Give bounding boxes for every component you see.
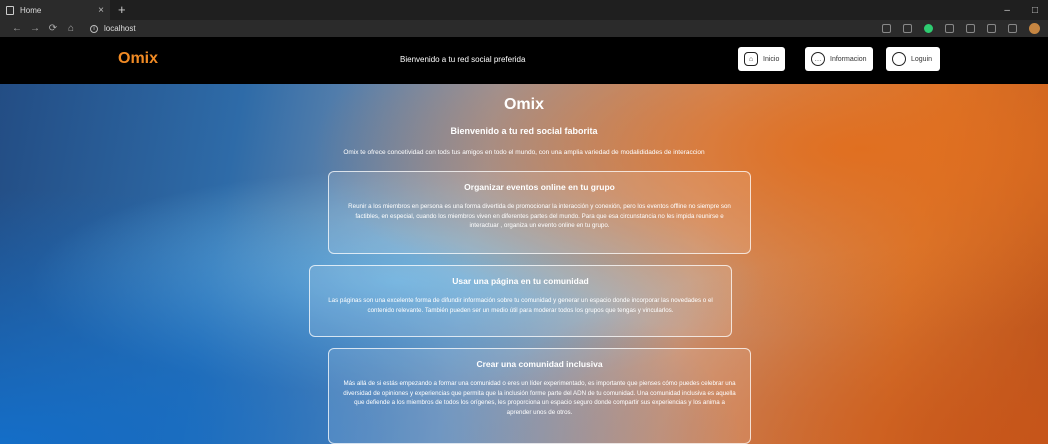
card-title: Usar una página en tu comunidad <box>452 276 589 286</box>
favorites-bar-icon[interactable] <box>987 24 996 33</box>
maximize-button[interactable]: □ <box>1032 5 1038 16</box>
card-title: Crear una comunidad inclusiva <box>476 359 603 369</box>
tab-title: Home <box>20 5 42 15</box>
site-logo[interactable]: Omix <box>118 50 158 68</box>
read-aloud-icon[interactable] <box>882 24 891 33</box>
nav-informacion-button[interactable]: … Informacion <box>805 47 873 71</box>
hero-title: Omix <box>503 96 544 113</box>
hero-intro: Omix te ofrece concetividad con tods tus… <box>343 149 705 156</box>
page-icon <box>6 5 14 15</box>
window-controls: – □ <box>1004 0 1038 20</box>
new-tab-button[interactable]: + <box>118 0 126 20</box>
collections-icon[interactable] <box>1008 24 1017 33</box>
nav-loguin-button[interactable]: Loguin <box>886 47 940 71</box>
browser-tab[interactable]: Home × <box>0 0 110 20</box>
site-header: Omix Bienvenido a tu red social preferid… <box>0 37 1048 84</box>
address-bar: ← → ⟳ ⌂ i localhost <box>0 20 1048 37</box>
user-icon <box>892 52 906 66</box>
profile-avatar[interactable] <box>1029 23 1040 34</box>
refresh-extension-icon[interactable] <box>966 24 975 33</box>
extension-icon-2[interactable] <box>945 24 954 33</box>
site-tagline: Bienvenido a tu red social preferida <box>400 55 526 64</box>
card-text: Reunir a los miembros en persona es una … <box>348 203 731 230</box>
card-eventos: Organizar eventos online en tu grupo Reu… <box>328 171 751 254</box>
home-icon: ⌂ <box>744 52 758 66</box>
site-info-icon[interactable]: i <box>90 24 98 33</box>
nav-loguin-label: Loguin <box>911 55 933 63</box>
main-content: Omix Bienvenido a tu red social faborita… <box>0 84 1048 444</box>
url-field[interactable]: localhost <box>104 24 136 33</box>
card-text: Las páginas son una excelente forma de d… <box>328 297 713 314</box>
home-browser-icon[interactable]: ⌂ <box>62 23 80 34</box>
info-icon: … <box>811 52 825 66</box>
hero-subtitle: Bienvenido a tu red social faborita <box>450 126 598 136</box>
tab-close-button[interactable]: × <box>98 5 104 16</box>
card-comunidad: Crear una comunidad inclusiva Más allá d… <box>328 348 751 444</box>
favorite-icon[interactable] <box>903 24 912 33</box>
forward-icon[interactable]: → <box>26 23 44 34</box>
browser-toolbar <box>882 23 1040 34</box>
extension-icon[interactable] <box>924 24 933 33</box>
browser-tab-bar: Home × + – □ <box>0 0 1048 20</box>
card-pagina: Usar una página en tu comunidad Las pági… <box>309 265 732 337</box>
nav-inicio-label: Inicio <box>763 55 780 63</box>
nav-informacion-label: Informacion <box>830 55 867 63</box>
minimize-button[interactable]: – <box>1004 5 1010 16</box>
reload-icon[interactable]: ⟳ <box>44 23 62 34</box>
nav-inicio-button[interactable]: ⌂ Inicio <box>738 47 786 71</box>
card-title: Organizar eventos online en tu grupo <box>464 182 615 192</box>
card-text: Más allá de si estás empezando a formar … <box>343 380 736 416</box>
back-icon[interactable]: ← <box>8 23 26 34</box>
